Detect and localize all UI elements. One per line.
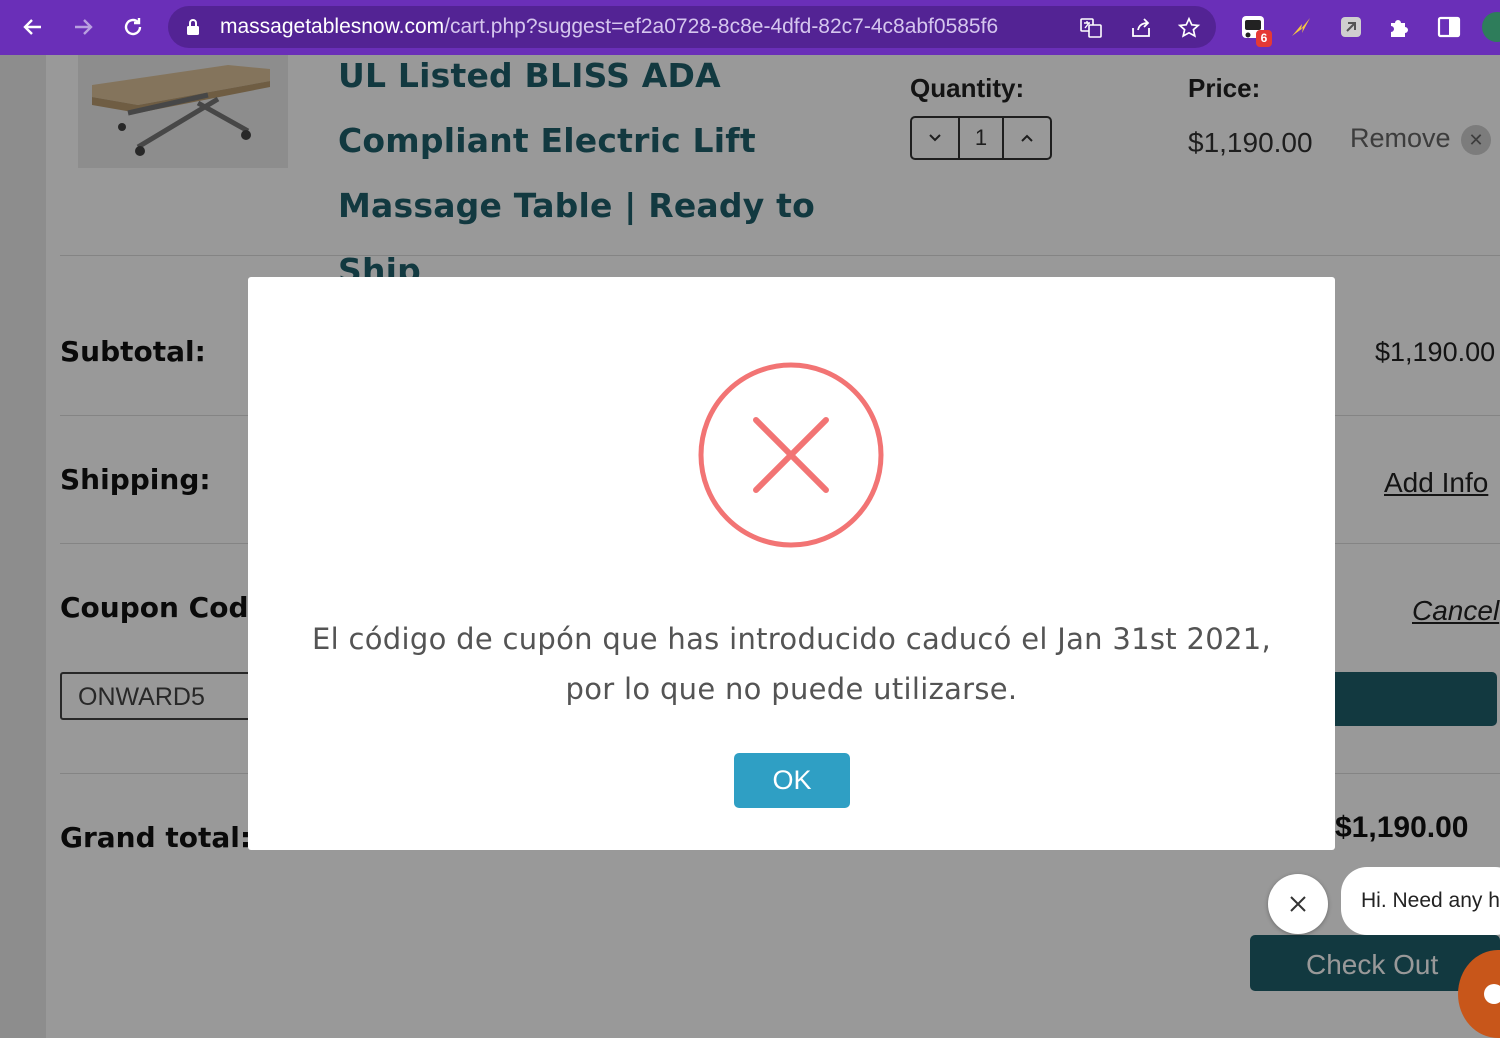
url-path: /cart.php?suggest=ef2a0728-8c8e-4dfd-82c… xyxy=(444,15,999,38)
profile-avatar[interactable] xyxy=(1482,12,1500,42)
chat-icon xyxy=(1484,984,1500,1004)
close-icon xyxy=(1290,896,1306,912)
url-text[interactable]: massagetablesnow.com/cart.php?suggest=ef… xyxy=(220,15,998,39)
error-x-icon xyxy=(698,362,884,548)
url-host: massagetablesnow.com xyxy=(220,15,445,38)
lock-icon[interactable] xyxy=(186,18,200,36)
translate-icon[interactable] xyxy=(1078,15,1104,41)
puzzle-extensions-icon[interactable] xyxy=(1384,12,1414,42)
ok-button[interactable]: OK xyxy=(734,753,850,808)
side-panel-icon[interactable] xyxy=(1434,12,1464,42)
address-bar[interactable]: massagetablesnow.com/cart.php?suggest=ef… xyxy=(168,6,1216,48)
browser-toolbar: massagetablesnow.com/cart.php?suggest=ef… xyxy=(0,0,1500,55)
chat-close-button[interactable] xyxy=(1268,874,1328,934)
dialog-message: El código de cupón que has introducido c… xyxy=(312,622,1271,706)
bookmark-star-icon[interactable] xyxy=(1176,15,1202,41)
reload-icon[interactable] xyxy=(116,10,150,44)
cart-page: UL Listed BLISS ADA Compliant Electric L… xyxy=(0,55,1500,1038)
extension-badge: 6 xyxy=(1256,30,1272,47)
back-arrow-icon[interactable] xyxy=(16,10,50,44)
forward-arrow-icon[interactable] xyxy=(66,10,100,44)
chat-greeting-bubble[interactable]: Hi. Need any h xyxy=(1341,867,1500,935)
share-icon[interactable] xyxy=(1128,15,1154,41)
shield-extension-icon[interactable] xyxy=(1336,12,1366,42)
coupon-error-dialog: El código de cupón que has introducido c… xyxy=(248,277,1335,850)
lightning-extension-icon[interactable] xyxy=(1286,12,1316,42)
